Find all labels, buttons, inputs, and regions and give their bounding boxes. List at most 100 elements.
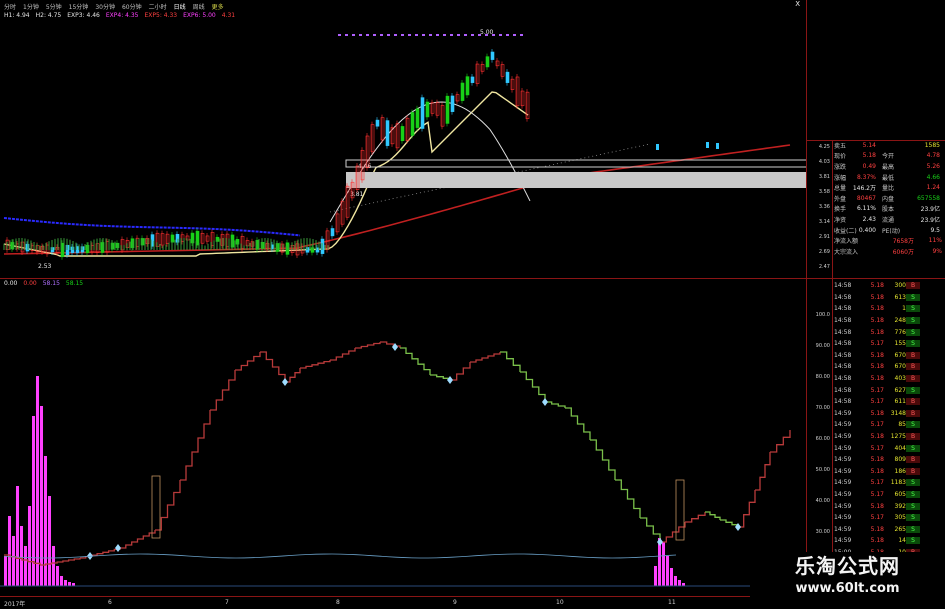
- period-tab-60min[interactable]: 60分钟: [122, 2, 142, 11]
- candle-down: [656, 144, 659, 150]
- divider-vertical: [806, 0, 807, 609]
- period-toolbar: 分时 1分钟 5分钟 15分钟 30分钟 60分钟 二小时 日线 周线 更多 X: [0, 0, 806, 12]
- sell5-volume: 1585: [924, 141, 940, 149]
- tick-row: 14:58 5.18 300 B: [832, 280, 945, 292]
- period-tab-weekly[interactable]: 周线: [193, 2, 205, 11]
- candle-up: [200, 233, 205, 244]
- signal-marker: [401, 34, 404, 36]
- tick-time: 14:58: [834, 398, 852, 406]
- candle-down: [425, 101, 430, 118]
- period-tab-daily[interactable]: 日线: [174, 2, 186, 11]
- candle-down: [415, 108, 420, 128]
- tick-volume: 1: [902, 305, 906, 313]
- signal-marker: [506, 34, 509, 36]
- quote-value: 23.9亿: [920, 206, 940, 214]
- candle-down: [485, 56, 490, 68]
- candle-up: [455, 94, 460, 102]
- volume-bar: [44, 456, 47, 586]
- oscillator-axis-tick: 70.00: [815, 405, 830, 411]
- candle-down: [505, 71, 510, 83]
- tick-time: 14:58: [834, 282, 852, 290]
- tick-time: 14:59: [834, 467, 852, 475]
- tick-side: B: [906, 467, 920, 475]
- signal-marker: [464, 34, 467, 36]
- tick-price: 5.17: [870, 444, 884, 452]
- fund-flow-row: 大宗流入 6060万 9%: [832, 246, 945, 257]
- period-tab-more[interactable]: 更多: [212, 2, 224, 11]
- price-indicator-header: H1: 4.94 H2: 4.75 EXP3: 4.46 EXP4: 4.35 …: [0, 12, 235, 22]
- tick-price: 5.18: [870, 537, 884, 545]
- period-tab-2hour[interactable]: 二小时: [149, 2, 167, 11]
- tick-list[interactable]: 14:58 5.18 300 B 14:58 5.18 613 S 14:58 5.18 1 S 14:…: [832, 280, 945, 594]
- signal-marker: [429, 34, 432, 36]
- volume-bar: [60, 576, 63, 586]
- oscillator-step-line: [640, 517, 661, 542]
- candle-down: [330, 228, 335, 237]
- tick-side: S: [906, 317, 920, 325]
- sell5-label: 卖五: [834, 142, 847, 150]
- quote-label: 涨幅: [834, 174, 847, 182]
- tick-side: B: [906, 363, 920, 371]
- tick-time: 14:59: [834, 490, 852, 498]
- tick-time: 14:58: [834, 351, 852, 359]
- candle-up: [520, 90, 525, 107]
- flow-value: 7658万: [892, 238, 914, 246]
- oscillator-axis-tick: 40.00: [815, 498, 830, 504]
- tick-row: 14:59 5.17 85 S: [832, 419, 945, 431]
- tick-side: S: [906, 293, 920, 301]
- price-level-band: [346, 172, 806, 188]
- tick-price: 5.17: [870, 340, 884, 348]
- period-tab-minute-time[interactable]: 分时: [4, 2, 16, 11]
- oscillator-step-line: [155, 480, 181, 531]
- sell5-price: 5.14: [862, 141, 876, 149]
- volume-bar: [36, 376, 39, 586]
- tick-row: 14:59 5.17 305 S: [832, 512, 945, 524]
- quote-value: 146.2万: [852, 185, 876, 193]
- quote-value: 1.24: [926, 184, 940, 192]
- candle-up: [500, 64, 505, 77]
- signal-marker: [387, 34, 390, 36]
- h1-value: H1: 4.94: [4, 12, 30, 19]
- watermark: 乐淘公式网 www.60lt.com: [750, 552, 945, 609]
- fund-flow-rows: 净流入额 7658万 11% 大宗流入 6060万 9%: [832, 235, 945, 256]
- buy-box: [151, 475, 161, 539]
- tick-time: 14:58: [834, 305, 852, 313]
- oscillator-step-line: [355, 342, 381, 349]
- quote-value: 6.11%: [856, 205, 876, 213]
- tick-row: 14:59 5.18 186 B: [832, 466, 945, 478]
- period-tab-1min[interactable]: 1分钟: [23, 2, 39, 11]
- tick-time: 14:58: [834, 375, 852, 383]
- price-axis-tick: 3.81: [818, 174, 830, 180]
- candle-down: [450, 95, 455, 112]
- tick-time: 14:58: [834, 386, 852, 394]
- period-tab-5min[interactable]: 5分钟: [46, 2, 62, 11]
- tick-price: 5.17: [870, 386, 884, 394]
- tick-time: 14:59: [834, 421, 852, 429]
- quote-label: 今开: [882, 153, 895, 161]
- tick-row: 14:58 5.18 670 B: [832, 361, 945, 373]
- period-tab-30min[interactable]: 30分钟: [95, 2, 115, 11]
- tick-volume: 186: [894, 467, 906, 475]
- quote-label: 最低: [882, 174, 895, 182]
- candle-down: [460, 82, 465, 101]
- tick-time: 14:58: [834, 363, 852, 371]
- tick-volume: 155: [894, 340, 906, 348]
- price-candlestick-chart[interactable]: 4.463.815.002.53: [0, 22, 806, 277]
- tick-price: 5.18: [870, 293, 884, 301]
- divider-horizontal: [0, 278, 945, 279]
- quote-label: 流通: [882, 216, 895, 224]
- tick-time: 14:59: [834, 444, 852, 452]
- tick-volume: 627: [894, 386, 906, 394]
- oscillator-axis: 100.0 90.00 80.00 70.00 60.00 50.00 40.00 30.00…: [806, 290, 832, 594]
- tick-price: 5.18: [870, 363, 884, 371]
- tick-time: 14:59: [834, 502, 852, 510]
- tick-price: 5.18: [870, 456, 884, 464]
- candle-down: [400, 126, 405, 142]
- oscillator-chart[interactable]: [0, 290, 806, 597]
- period-tab-15min[interactable]: 15分钟: [69, 2, 89, 11]
- tick-side: B: [906, 282, 920, 290]
- signal-marker: [394, 34, 397, 36]
- tick-price: 5.18: [870, 525, 884, 533]
- date-axis-label: 7: [225, 599, 229, 606]
- close-icon[interactable]: X: [795, 0, 800, 8]
